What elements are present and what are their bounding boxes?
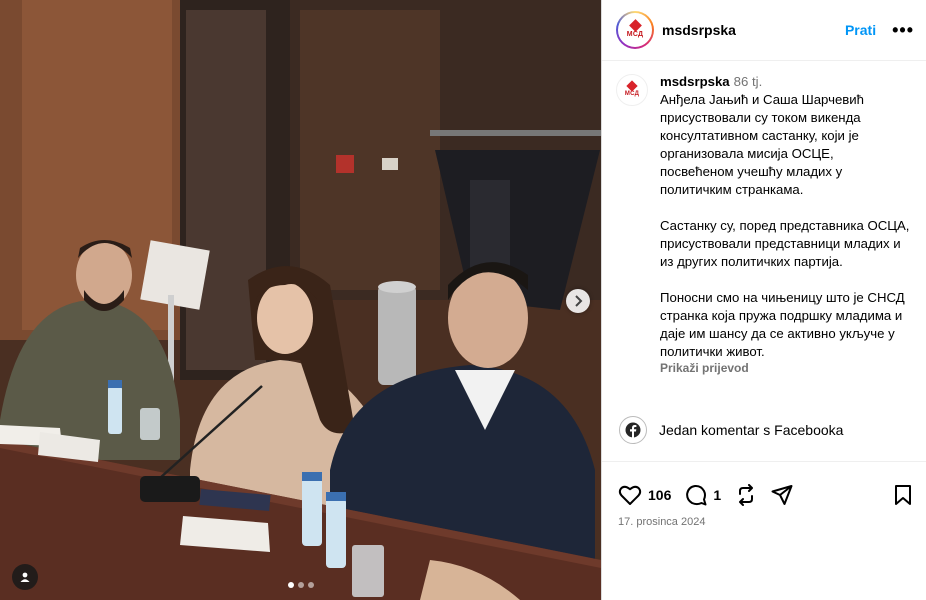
repost-icon xyxy=(739,484,754,506)
caption-avatar-logo-text: МСД xyxy=(624,91,640,97)
comment-icon xyxy=(686,484,707,506)
comment-count[interactable]: 1 xyxy=(713,487,721,503)
next-slide-button[interactable] xyxy=(566,289,590,313)
user-tag-icon xyxy=(20,572,30,582)
see-translation-link[interactable]: Prikaži prijevod xyxy=(660,361,910,375)
party-logo-icon xyxy=(628,19,642,32)
like-count[interactable]: 106 xyxy=(648,487,671,503)
share-icon xyxy=(771,485,793,505)
carousel-dot xyxy=(307,582,314,588)
caption-avatar[interactable]: МСД xyxy=(616,74,648,106)
post-photo[interactable] xyxy=(0,0,601,600)
post-actions: 106 1 xyxy=(602,462,926,514)
post-side-panel: МСД msdsrpska Prati ••• МСД msdsrpska 86 … xyxy=(601,0,926,600)
caption-body: msdsrpska 86 tj. Анђела Јањић и Саша Шарч… xyxy=(660,73,910,398)
follow-button[interactable]: Prati xyxy=(845,22,876,38)
carousel-dot-active xyxy=(287,582,294,588)
carousel-indicators xyxy=(0,582,601,588)
post-caption: МСД msdsrpska 86 tj. Анђела Јањић и Саша … xyxy=(602,61,926,398)
header-username[interactable]: msdsrpska xyxy=(662,22,736,38)
post-header: МСД msdsrpska Prati ••• xyxy=(602,0,926,61)
facebook-comment-label[interactable]: Jedan komentar s Facebooka xyxy=(659,422,843,438)
share-button[interactable] xyxy=(771,484,793,506)
carousel-dot xyxy=(297,582,304,588)
post-date[interactable]: 17. prosinca 2024 xyxy=(602,514,926,528)
caption-paragraph: Анђела Јањић и Саша Шарчевић присуствова… xyxy=(660,92,865,197)
caption-paragraph: Поносни смо на чињеницу што је СНСД стра… xyxy=(660,290,905,359)
caption-username[interactable]: msdsrpska xyxy=(660,74,730,89)
party-logo-icon xyxy=(626,80,638,92)
chevron-right-icon xyxy=(575,295,583,307)
more-options-button[interactable]: ••• xyxy=(892,21,914,39)
heart-icon xyxy=(618,485,642,505)
comment-button[interactable]: 1 xyxy=(685,484,721,506)
facebook-comment-row[interactable]: Jedan komentar s Facebooka xyxy=(602,398,926,462)
tagged-users-button[interactable] xyxy=(12,564,38,590)
instagram-post: МСД msdsrpska Prati ••• МСД msdsrpska 86 … xyxy=(0,0,926,600)
bookmark-icon xyxy=(895,485,911,505)
like-button[interactable]: 106 xyxy=(618,484,671,506)
caption-time[interactable]: 86 tj. xyxy=(734,74,763,89)
repost-button[interactable] xyxy=(735,484,757,506)
meeting-photo-illustration xyxy=(0,0,601,600)
caption-paragraph: Састанку су, поред представника ОСЦА, пр… xyxy=(660,218,910,269)
account-avatar[interactable]: МСД xyxy=(616,11,654,49)
save-button[interactable] xyxy=(894,484,912,506)
facebook-icon xyxy=(619,415,647,444)
